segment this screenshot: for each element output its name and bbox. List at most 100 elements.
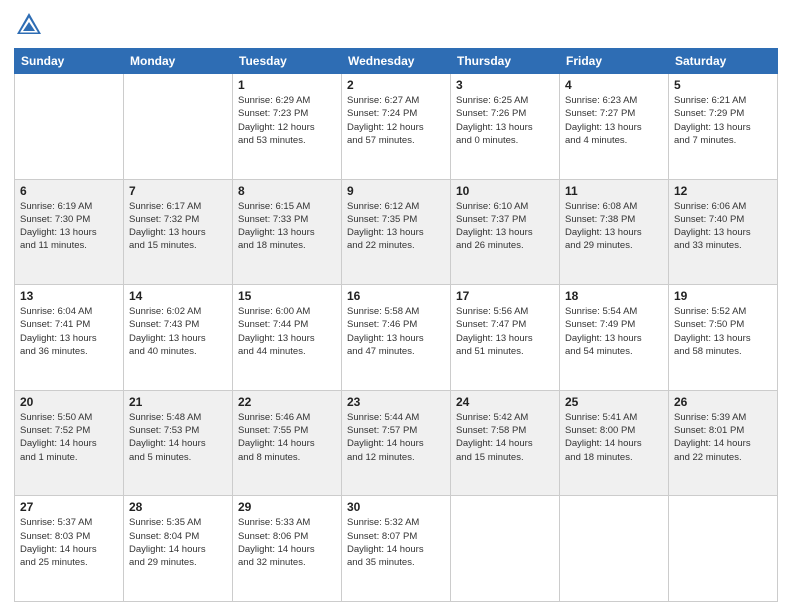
calendar-cell: 15 Sunrise: 6:00 AM Sunset: 7:44 PM Dayli… — [233, 285, 342, 391]
day-info: Sunrise: 6:08 AM Sunset: 7:38 PM Dayligh… — [565, 200, 663, 253]
day-info: Sunrise: 6:21 AM Sunset: 7:29 PM Dayligh… — [674, 94, 772, 147]
day-info: Sunrise: 6:00 AM Sunset: 7:44 PM Dayligh… — [238, 305, 336, 358]
day-number: 10 — [456, 184, 554, 198]
day-info: Sunrise: 6:27 AM Sunset: 7:24 PM Dayligh… — [347, 94, 445, 147]
col-header-saturday: Saturday — [669, 49, 778, 74]
day-number: 12 — [674, 184, 772, 198]
calendar-cell: 11 Sunrise: 6:08 AM Sunset: 7:38 PM Dayli… — [560, 179, 669, 285]
calendar-cell — [560, 496, 669, 602]
day-number: 30 — [347, 500, 445, 514]
calendar-cell: 29 Sunrise: 5:33 AM Sunset: 8:06 PM Dayli… — [233, 496, 342, 602]
day-info: Sunrise: 6:04 AM Sunset: 7:41 PM Dayligh… — [20, 305, 118, 358]
day-info: Sunrise: 5:56 AM Sunset: 7:47 PM Dayligh… — [456, 305, 554, 358]
calendar-week-row: 27 Sunrise: 5:37 AM Sunset: 8:03 PM Dayli… — [15, 496, 778, 602]
day-number: 25 — [565, 395, 663, 409]
day-info: Sunrise: 6:19 AM Sunset: 7:30 PM Dayligh… — [20, 200, 118, 253]
calendar-cell — [124, 74, 233, 180]
calendar-cell: 26 Sunrise: 5:39 AM Sunset: 8:01 PM Dayli… — [669, 390, 778, 496]
calendar-cell: 25 Sunrise: 5:41 AM Sunset: 8:00 PM Dayli… — [560, 390, 669, 496]
day-info: Sunrise: 6:10 AM Sunset: 7:37 PM Dayligh… — [456, 200, 554, 253]
day-number: 7 — [129, 184, 227, 198]
calendar-cell — [669, 496, 778, 602]
col-header-monday: Monday — [124, 49, 233, 74]
calendar-cell: 14Sunrise: 6:02 AM Sunset: 7:43 PM Dayli… — [124, 285, 233, 391]
calendar-table: SundayMondayTuesdayWednesdayThursdayFrid… — [14, 48, 778, 602]
day-number: 24 — [456, 395, 554, 409]
calendar-cell: 6 Sunrise: 6:19 AM Sunset: 7:30 PM Daylig… — [15, 179, 124, 285]
calendar-cell: 8 Sunrise: 6:15 AM Sunset: 7:33 PM Daylig… — [233, 179, 342, 285]
calendar-cell: 13 Sunrise: 6:04 AM Sunset: 7:41 PM Dayli… — [15, 285, 124, 391]
calendar-cell: 21 Sunrise: 5:48 AM Sunset: 7:53 PM Dayli… — [124, 390, 233, 496]
calendar-cell: 17Sunrise: 5:56 AM Sunset: 7:47 PM Dayli… — [451, 285, 560, 391]
day-number: 13 — [20, 289, 118, 303]
col-header-friday: Friday — [560, 49, 669, 74]
day-number: 16 — [347, 289, 445, 303]
calendar-cell: 2 Sunrise: 6:27 AM Sunset: 7:24 PM Daylig… — [342, 74, 451, 180]
day-info: Sunrise: 5:33 AM Sunset: 8:06 PM Dayligh… — [238, 516, 336, 569]
calendar-cell: 28 Sunrise: 5:35 AM Sunset: 8:04 PM Dayli… — [124, 496, 233, 602]
day-number: 4 — [565, 78, 663, 92]
day-number: 26 — [674, 395, 772, 409]
day-info: Sunrise: 5:44 AM Sunset: 7:57 PM Dayligh… — [347, 411, 445, 464]
calendar-cell: 19 Sunrise: 5:52 AM Sunset: 7:50 PM Dayli… — [669, 285, 778, 391]
day-number: 8 — [238, 184, 336, 198]
day-info: Sunrise: 5:46 AM Sunset: 7:55 PM Dayligh… — [238, 411, 336, 464]
calendar-cell: 24 Sunrise: 5:42 AM Sunset: 7:58 PM Dayli… — [451, 390, 560, 496]
calendar-week-row: 6 Sunrise: 6:19 AM Sunset: 7:30 PM Daylig… — [15, 179, 778, 285]
day-info: Sunrise: 6:17 AM Sunset: 7:32 PM Dayligh… — [129, 200, 227, 253]
col-header-thursday: Thursday — [451, 49, 560, 74]
calendar-cell: 10 Sunrise: 6:10 AM Sunset: 7:37 PM Dayli… — [451, 179, 560, 285]
col-header-wednesday: Wednesday — [342, 49, 451, 74]
day-info: Sunrise: 6:15 AM Sunset: 7:33 PM Dayligh… — [238, 200, 336, 253]
calendar-cell: 27 Sunrise: 5:37 AM Sunset: 8:03 PM Dayli… — [15, 496, 124, 602]
day-info: Sunrise: 6:06 AM Sunset: 7:40 PM Dayligh… — [674, 200, 772, 253]
day-info: Sunrise: 5:50 AM Sunset: 7:52 PM Dayligh… — [20, 411, 118, 464]
calendar-cell: 12 Sunrise: 6:06 AM Sunset: 7:40 PM Dayli… — [669, 179, 778, 285]
day-number: 18 — [565, 289, 663, 303]
day-info: Sunrise: 5:52 AM Sunset: 7:50 PM Dayligh… — [674, 305, 772, 358]
day-number: 23 — [347, 395, 445, 409]
calendar-cell: 22 Sunrise: 5:46 AM Sunset: 7:55 PM Dayli… — [233, 390, 342, 496]
day-number: 11 — [565, 184, 663, 198]
page: SundayMondayTuesdayWednesdayThursdayFrid… — [0, 0, 792, 612]
day-info: Sunrise: 5:42 AM Sunset: 7:58 PM Dayligh… — [456, 411, 554, 464]
day-number: 28 — [129, 500, 227, 514]
day-number: 9 — [347, 184, 445, 198]
day-info: Sunrise: 5:41 AM Sunset: 8:00 PM Dayligh… — [565, 411, 663, 464]
day-number: 19 — [674, 289, 772, 303]
calendar-cell: 7 Sunrise: 6:17 AM Sunset: 7:32 PM Daylig… — [124, 179, 233, 285]
col-header-tuesday: Tuesday — [233, 49, 342, 74]
calendar-week-row: 1 Sunrise: 6:29 AM Sunset: 7:23 PM Daylig… — [15, 74, 778, 180]
day-info: Sunrise: 6:25 AM Sunset: 7:26 PM Dayligh… — [456, 94, 554, 147]
day-number: 20 — [20, 395, 118, 409]
calendar-cell: 1 Sunrise: 6:29 AM Sunset: 7:23 PM Daylig… — [233, 74, 342, 180]
calendar-cell: 5Sunrise: 6:21 AM Sunset: 7:29 PM Daylig… — [669, 74, 778, 180]
day-info: Sunrise: 6:29 AM Sunset: 7:23 PM Dayligh… — [238, 94, 336, 147]
day-number: 21 — [129, 395, 227, 409]
day-info: Sunrise: 6:23 AM Sunset: 7:27 PM Dayligh… — [565, 94, 663, 147]
day-number: 6 — [20, 184, 118, 198]
day-number: 2 — [347, 78, 445, 92]
day-info: Sunrise: 5:54 AM Sunset: 7:49 PM Dayligh… — [565, 305, 663, 358]
day-info: Sunrise: 5:58 AM Sunset: 7:46 PM Dayligh… — [347, 305, 445, 358]
header — [14, 10, 778, 40]
day-info: Sunrise: 5:48 AM Sunset: 7:53 PM Dayligh… — [129, 411, 227, 464]
day-info: Sunrise: 5:39 AM Sunset: 8:01 PM Dayligh… — [674, 411, 772, 464]
day-number: 22 — [238, 395, 336, 409]
day-number: 14 — [129, 289, 227, 303]
calendar-cell: 9Sunrise: 6:12 AM Sunset: 7:35 PM Daylig… — [342, 179, 451, 285]
day-number: 29 — [238, 500, 336, 514]
day-number: 3 — [456, 78, 554, 92]
day-number: 1 — [238, 78, 336, 92]
day-info: Sunrise: 5:35 AM Sunset: 8:04 PM Dayligh… — [129, 516, 227, 569]
logo-icon — [14, 10, 44, 40]
calendar-header-row: SundayMondayTuesdayWednesdayThursdayFrid… — [15, 49, 778, 74]
day-number: 15 — [238, 289, 336, 303]
day-info: Sunrise: 5:37 AM Sunset: 8:03 PM Dayligh… — [20, 516, 118, 569]
calendar-week-row: 20 Sunrise: 5:50 AM Sunset: 7:52 PM Dayli… — [15, 390, 778, 496]
calendar-cell: 16 Sunrise: 5:58 AM Sunset: 7:46 PM Dayli… — [342, 285, 451, 391]
calendar-cell — [451, 496, 560, 602]
calendar-cell: 20 Sunrise: 5:50 AM Sunset: 7:52 PM Dayli… — [15, 390, 124, 496]
calendar-cell: 30Sunrise: 5:32 AM Sunset: 8:07 PM Dayli… — [342, 496, 451, 602]
day-number: 27 — [20, 500, 118, 514]
